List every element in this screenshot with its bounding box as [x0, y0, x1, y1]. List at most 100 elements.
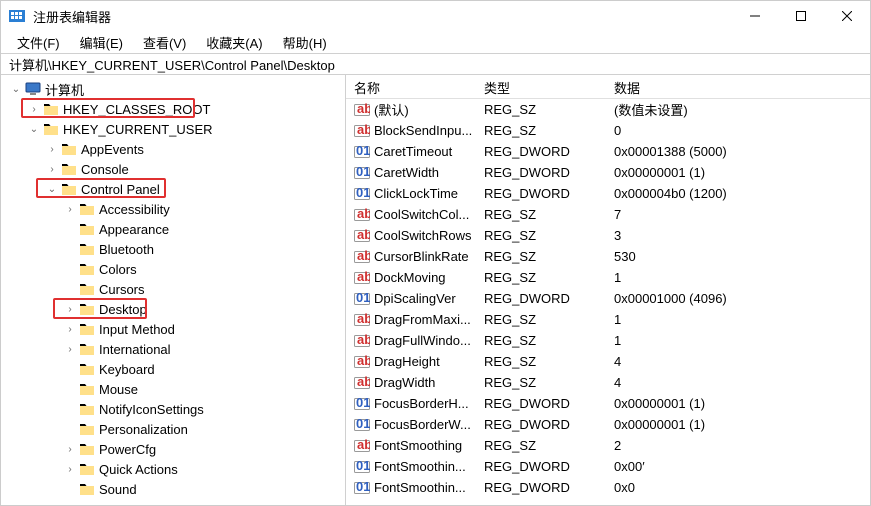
- menu-favorites[interactable]: 收藏夹(A): [196, 31, 272, 54]
- value-data: 0: [606, 123, 870, 138]
- value-name: BlockSendInpu...: [374, 123, 472, 138]
- expander-icon[interactable]: ›: [63, 442, 77, 456]
- value-row[interactable]: CursorBlinkRateREG_SZ530: [346, 246, 870, 267]
- expander-icon[interactable]: ›: [63, 202, 77, 216]
- tree-item-appearance[interactable]: Appearance: [5, 219, 345, 239]
- value-name: DragHeight: [374, 354, 440, 369]
- tree-item-hkcu[interactable]: ⌄ HKEY_CURRENT_USER: [5, 119, 345, 139]
- tree-item-powercfg[interactable]: › PowerCfg: [5, 439, 345, 459]
- menu-view[interactable]: 查看(V): [133, 31, 196, 54]
- value-row[interactable]: FocusBorderH...REG_DWORD0x00000001 (1): [346, 393, 870, 414]
- address-bar[interactable]: 计算机\HKEY_CURRENT_USER\Control Panel\Desk…: [1, 53, 870, 75]
- value-row[interactable]: CoolSwitchRows REG_SZ3: [346, 225, 870, 246]
- tree-item-sound[interactable]: Sound: [5, 479, 345, 499]
- value-name: FontSmoothin...: [374, 480, 466, 495]
- expander-icon[interactable]: ›: [27, 102, 41, 116]
- expander-icon[interactable]: ⌄: [27, 122, 41, 136]
- value-name: CaretWidth: [374, 165, 439, 180]
- expander-icon[interactable]: ›: [63, 302, 77, 316]
- value-row[interactable]: DragFullWindo...REG_SZ1: [346, 330, 870, 351]
- column-header-type[interactable]: 类型: [476, 75, 606, 98]
- value-row[interactable]: DockMovingREG_SZ1: [346, 267, 870, 288]
- value-type: REG_SZ: [476, 312, 606, 327]
- tree-item-quickactions[interactable]: › Quick Actions: [5, 459, 345, 479]
- value-type: REG_SZ: [476, 270, 606, 285]
- value-row[interactable]: ClickLockTimeREG_DWORD0x000004b0 (1200): [346, 183, 870, 204]
- expander-spacer: [63, 282, 77, 296]
- value-row[interactable]: DragFromMaxi...REG_SZ1: [346, 309, 870, 330]
- value-data: 3: [606, 228, 870, 243]
- titlebar: 注册表编辑器: [1, 1, 870, 31]
- value-row[interactable]: FontSmoothin...REG_DWORD0x00′: [346, 456, 870, 477]
- value-name-cell: FontSmoothin...: [346, 480, 476, 496]
- tree-label: Console: [81, 162, 129, 177]
- value-row[interactable]: CaretTimeoutREG_DWORD0x00001388 (5000): [346, 141, 870, 162]
- tree-item-international[interactable]: › International: [5, 339, 345, 359]
- maximize-button[interactable]: [778, 1, 824, 31]
- value-name-cell: CaretWidth: [346, 165, 476, 181]
- expander-icon[interactable]: ›: [63, 322, 77, 336]
- expander-icon[interactable]: ⌄: [45, 182, 59, 196]
- menu-file[interactable]: 文件(F): [7, 31, 70, 54]
- tree-label: Keyboard: [99, 362, 155, 377]
- value-row[interactable]: FontSmoothingREG_SZ2: [346, 435, 870, 456]
- value-type: REG_SZ: [476, 228, 606, 243]
- menu-help[interactable]: 帮助(H): [273, 31, 337, 54]
- reg-sz-icon: [354, 102, 370, 118]
- tree-item-notifyicon[interactable]: NotifyIconSettings: [5, 399, 345, 419]
- reg-sz-icon: [354, 438, 370, 454]
- value-data: 1: [606, 270, 870, 285]
- value-list-pane[interactable]: 名称 类型 数据 (默认)REG_SZ(数值未设置)BlockSendInpu.…: [346, 75, 870, 505]
- value-row[interactable]: CaretWidthREG_DWORD0x00000001 (1): [346, 162, 870, 183]
- reg-sz-icon: [354, 333, 370, 349]
- column-header-data[interactable]: 数据: [606, 75, 870, 98]
- tree-label: Control Panel: [81, 182, 160, 197]
- value-type: REG_DWORD: [476, 459, 606, 474]
- folder-icon: [79, 361, 95, 377]
- tree-item-desktop[interactable]: › Desktop: [5, 299, 345, 319]
- tree-item-controlpanel[interactable]: ⌄ Control Panel: [5, 179, 345, 199]
- value-name: CoolSwitchRows: [374, 228, 472, 243]
- value-row[interactable]: BlockSendInpu...REG_SZ0: [346, 120, 870, 141]
- tree-item-computer[interactable]: ⌄ 计算机: [5, 79, 345, 99]
- value-row[interactable]: DragHeightREG_SZ4: [346, 351, 870, 372]
- value-name: FontSmoothin...: [374, 459, 466, 474]
- tree-item-colors[interactable]: Colors: [5, 259, 345, 279]
- tree-item-cursors[interactable]: Cursors: [5, 279, 345, 299]
- value-row[interactable]: FocusBorderW...REG_DWORD0x00000001 (1): [346, 414, 870, 435]
- expander-spacer: [63, 242, 77, 256]
- tree-item-personalization[interactable]: Personalization: [5, 419, 345, 439]
- expander-icon[interactable]: ›: [45, 162, 59, 176]
- expander-icon[interactable]: ›: [63, 462, 77, 476]
- column-header-name[interactable]: 名称: [346, 75, 476, 98]
- value-type: REG_SZ: [476, 354, 606, 369]
- tree-item-inputmethod[interactable]: › Input Method: [5, 319, 345, 339]
- value-type: REG_DWORD: [476, 480, 606, 495]
- expander-spacer: [63, 362, 77, 376]
- value-name-cell: DragWidth: [346, 375, 476, 391]
- expander-icon[interactable]: ⌄: [9, 82, 23, 96]
- folder-icon: [43, 101, 59, 117]
- tree-item-bluetooth[interactable]: Bluetooth: [5, 239, 345, 259]
- value-name: DragWidth: [374, 375, 435, 390]
- tree-item-hkcr[interactable]: › HKEY_CLASSES_ROOT: [5, 99, 345, 119]
- expander-icon[interactable]: ›: [45, 142, 59, 156]
- tree-item-mouse[interactable]: Mouse: [5, 379, 345, 399]
- close-button[interactable]: [824, 1, 870, 31]
- value-type: REG_SZ: [476, 207, 606, 222]
- value-row[interactable]: DragWidthREG_SZ4: [346, 372, 870, 393]
- menu-edit[interactable]: 编辑(E): [70, 31, 133, 54]
- tree-pane[interactable]: ⌄ 计算机 › HKEY_CLASSES_ROOT ⌄ HKEY_CURRENT…: [1, 75, 346, 505]
- expander-icon[interactable]: ›: [63, 342, 77, 356]
- minimize-button[interactable]: [732, 1, 778, 31]
- tree-item-appevents[interactable]: › AppEvents: [5, 139, 345, 159]
- tree-item-accessibility[interactable]: › Accessibility: [5, 199, 345, 219]
- folder-icon: [79, 321, 95, 337]
- value-row[interactable]: CoolSwitchCol...REG_SZ7: [346, 204, 870, 225]
- value-row[interactable]: FontSmoothin...REG_DWORD0x0: [346, 477, 870, 498]
- tree-item-console[interactable]: › Console: [5, 159, 345, 179]
- tree-label: Personalization: [99, 422, 188, 437]
- tree-item-keyboard[interactable]: Keyboard: [5, 359, 345, 379]
- value-row[interactable]: (默认)REG_SZ(数值未设置): [346, 99, 870, 120]
- value-row[interactable]: DpiScalingVerREG_DWORD0x00001000 (4096): [346, 288, 870, 309]
